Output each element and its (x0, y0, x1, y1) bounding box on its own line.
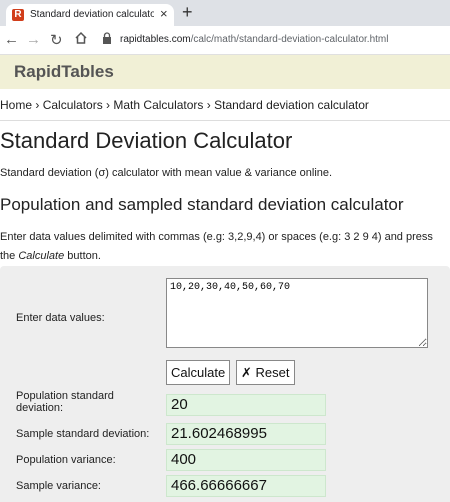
url-host: rapidtables.com (120, 34, 191, 45)
rapidtables-favicon-icon: R (12, 9, 24, 21)
sample-variance-label: Sample variance: (16, 480, 101, 492)
breadcrumb-home[interactable]: Home (0, 98, 32, 112)
back-arrow-icon[interactable]: ← (4, 31, 19, 48)
sample-variance-output: 466.66666667 (166, 475, 326, 497)
population-sd-output: 20 (166, 394, 326, 416)
new-tab-icon[interactable]: + (182, 2, 193, 23)
address-bar[interactable]: rapidtables.com/calc/math/standard-devia… (120, 34, 388, 45)
instructions-end: button. (64, 250, 101, 262)
home-icon[interactable] (74, 31, 88, 49)
sample-sd-output: 21.602468995 (166, 423, 326, 445)
page-title: Standard Deviation Calculator (0, 128, 293, 153)
breadcrumb-separator: › (32, 98, 43, 112)
population-variance-output: 400 (166, 449, 326, 471)
data-values-label: Enter data values: (16, 312, 105, 324)
site-logo[interactable]: RapidTables (14, 62, 114, 82)
breadcrumb-math-calculators[interactable]: Math Calculators (113, 98, 203, 112)
population-sd-label: Population standard deviation: (16, 390, 114, 414)
breadcrumb-separator: › (203, 98, 215, 112)
close-tab-icon[interactable]: × (160, 6, 168, 21)
calculate-button[interactable]: Calculate (166, 360, 231, 385)
divider (0, 120, 450, 121)
tab-title: Standard deviation calculator (σ) (30, 9, 154, 20)
reset-label: Reset (255, 364, 290, 380)
reload-icon[interactable]: ↻ (50, 31, 63, 49)
reset-button[interactable]: ✗ Reset (236, 360, 295, 385)
sample-sd-label: Sample standard deviation: (16, 428, 150, 440)
browser-toolbar: ← → ↻ rapidtables.com/calc/math/standard… (0, 26, 450, 55)
breadcrumb-calculators[interactable]: Calculators (43, 98, 103, 112)
browser-tab[interactable]: R Standard deviation calculator (σ) × (6, 4, 174, 26)
calculator-form: Enter data values: Calculate ✗ Reset Pop… (0, 266, 450, 502)
data-values-input[interactable] (166, 278, 428, 348)
url-path: /calc/math/standard-deviation-calculator… (190, 34, 389, 45)
population-variance-label: Population variance: (16, 454, 116, 466)
breadcrumb-separator: › (102, 98, 114, 112)
reset-icon: ✗ (241, 364, 252, 380)
site-header: RapidTables (0, 55, 450, 89)
instructions: Enter data values delimited with commas … (0, 228, 440, 266)
breadcrumb-current: Standard deviation calculator (214, 98, 369, 112)
section-title: Population and sampled standard deviatio… (0, 195, 404, 214)
forward-arrow-icon[interactable]: → (26, 31, 41, 48)
breadcrumb: Home › Calculators › Math Calculators › … (0, 98, 369, 112)
instructions-calculate: Calculate (18, 250, 65, 262)
page-intro: Standard deviation (σ) calculator with m… (0, 167, 333, 179)
browser-tab-strip: R Standard deviation calculator (σ) × + (0, 0, 450, 26)
lock-icon[interactable] (102, 32, 112, 44)
